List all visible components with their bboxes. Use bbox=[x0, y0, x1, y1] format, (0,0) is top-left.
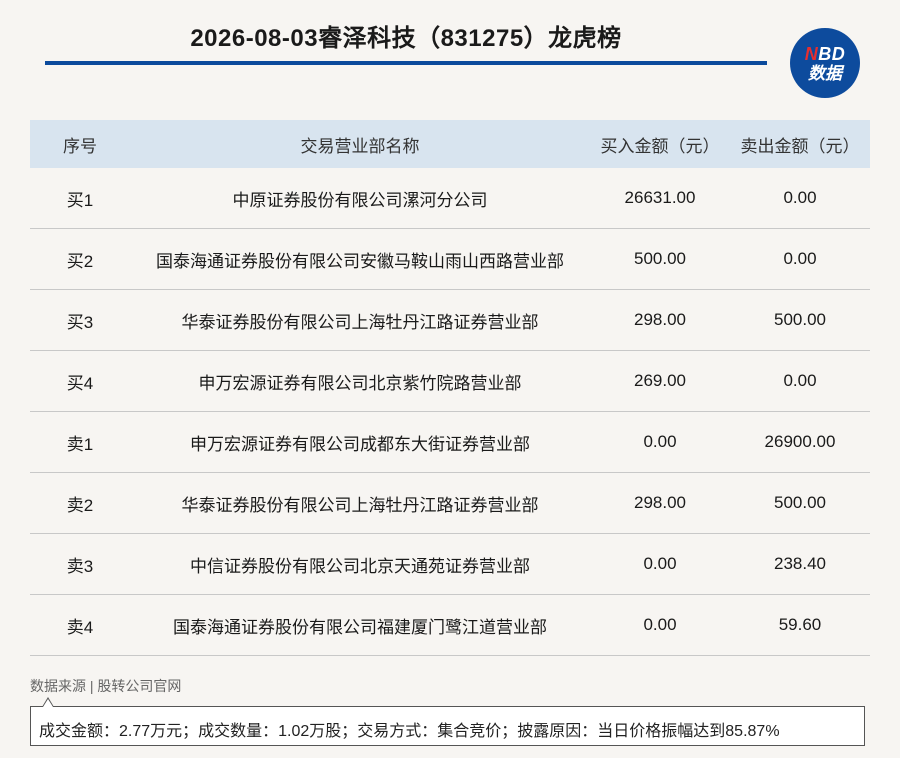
cell-buy-amount: 298.00 bbox=[634, 493, 686, 512]
cell-broker: 国泰海通证券股份有限公司福建厦门鹭江道营业部 bbox=[173, 617, 547, 637]
cell-sell-amount: 0.00 bbox=[783, 249, 817, 268]
header-sell-amount: 卖出金额（元） bbox=[740, 136, 860, 156]
table-row: 买3 华泰证券股份有限公司上海牡丹江路证券营业部 298.00 500.00 bbox=[30, 290, 870, 351]
logo-letter-n: N bbox=[804, 43, 819, 64]
cell-sell-amount: 0.00 bbox=[783, 371, 817, 390]
cell-buy-amount: 0.00 bbox=[643, 615, 677, 634]
table-row: 卖3 中信证券股份有限公司北京天通苑证券营业部 0.00 238.40 bbox=[30, 534, 870, 595]
table-header: 序号 交易营业部名称 买入金额（元） 卖出金额（元） bbox=[30, 120, 870, 168]
trade-summary-note: 成交金额：2.77万元；成交数量：1.02万股；交易方式：集合竞价；披露原因：当… bbox=[30, 706, 865, 746]
table-row: 卖2 华泰证券股份有限公司上海牡丹江路证券营业部 298.00 500.00 bbox=[30, 473, 870, 534]
cell-index: 买3 bbox=[66, 312, 94, 332]
header-buy-amount: 买入金额（元） bbox=[600, 136, 720, 156]
cell-broker: 中信证券股份有限公司北京天通苑证券营业部 bbox=[190, 556, 530, 576]
header-broker: 交易营业部名称 bbox=[300, 136, 420, 156]
cell-index: 买4 bbox=[66, 373, 94, 393]
cell-buy-amount: 298.00 bbox=[634, 310, 686, 329]
cell-buy-amount: 269.00 bbox=[634, 371, 686, 390]
table-row: 卖4 国泰海通证券股份有限公司福建厦门鹭江道营业部 0.00 59.60 bbox=[30, 595, 870, 656]
cell-sell-amount: 500.00 bbox=[774, 310, 826, 329]
cell-broker: 华泰证券股份有限公司上海牡丹江路证券营业部 bbox=[181, 495, 539, 515]
header-index: 序号 bbox=[63, 136, 97, 156]
data-source: 数据来源 | 股转公司官网 bbox=[30, 678, 182, 694]
note-pointer-fill bbox=[43, 699, 53, 707]
cell-sell-amount: 238.40 bbox=[774, 554, 826, 573]
cell-index: 买2 bbox=[66, 251, 94, 271]
cell-sell-amount: 0.00 bbox=[783, 188, 817, 207]
cell-broker: 申万宏源证券有限公司成都东大街证券营业部 bbox=[190, 434, 530, 454]
cell-index: 卖3 bbox=[66, 556, 94, 576]
title-underline bbox=[45, 61, 767, 65]
table-body: 买1 中原证券股份有限公司漯河分公司 26631.00 0.00 买2 国泰海通证券股份有… bbox=[30, 168, 870, 656]
cell-sell-amount: 500.00 bbox=[774, 493, 826, 512]
cell-buy-amount: 500.00 bbox=[634, 249, 686, 268]
cell-index: 卖2 bbox=[66, 495, 94, 515]
cell-index: 卖4 bbox=[66, 617, 94, 637]
cell-broker: 申万宏源证券有限公司北京紫竹院路营业部 bbox=[198, 373, 522, 393]
table-row: 卖1 申万宏源证券有限公司成都东大街证券营业部 0.00 26900.00 bbox=[30, 412, 870, 473]
table-row: 买1 中原证券股份有限公司漯河分公司 26631.00 0.00 bbox=[30, 168, 870, 229]
cell-buy-amount: 0.00 bbox=[643, 432, 677, 451]
cell-index: 卖1 bbox=[66, 434, 94, 454]
cell-broker: 国泰海通证券股份有限公司安徽马鞍山雨山西路营业部 bbox=[156, 251, 564, 271]
table-row: 买2 国泰海通证券股份有限公司安徽马鞍山雨山西路营业部 500.00 0.00 bbox=[30, 229, 870, 290]
cell-buy-amount: 26631.00 bbox=[624, 188, 696, 207]
logo-text-data: 数据 bbox=[808, 63, 842, 83]
page-title: 2026-08-03睿泽科技（831275）龙虎榜 bbox=[190, 25, 622, 52]
nbd-logo: NBD 数据 bbox=[790, 28, 860, 98]
cell-sell-amount: 59.60 bbox=[778, 615, 822, 634]
cell-sell-amount: 26900.00 bbox=[764, 432, 836, 451]
dragon-tiger-table: 序号 交易营业部名称 买入金额（元） 卖出金额（元） 买1 中原证券股份有限公司漯… bbox=[30, 120, 870, 656]
cell-buy-amount: 0.00 bbox=[643, 554, 677, 573]
cell-broker: 华泰证券股份有限公司上海牡丹江路证券营业部 bbox=[181, 312, 539, 332]
cell-broker: 中原证券股份有限公司漯河分公司 bbox=[232, 190, 488, 210]
cell-index: 买1 bbox=[66, 190, 94, 210]
table-row: 买4 申万宏源证券有限公司北京紫竹院路营业部 269.00 0.00 bbox=[30, 351, 870, 412]
logo-letters-bd: BD bbox=[818, 43, 846, 64]
